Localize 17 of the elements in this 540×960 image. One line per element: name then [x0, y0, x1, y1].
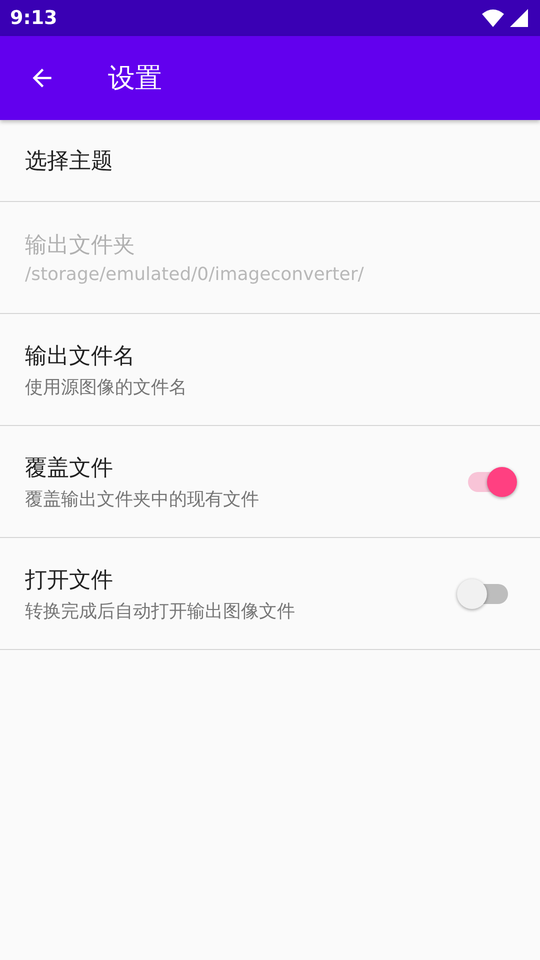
preference-item[interactable]: 选择主题: [0, 120, 540, 202]
preference-item[interactable]: 输出文件名 使用源图像的文件名: [0, 314, 540, 426]
preference-item[interactable]: 打开文件 转换完成后自动打开输出图像文件: [0, 538, 540, 650]
preference-title: 打开文件: [25, 566, 114, 594]
preference-summary: 覆盖输出文件夹中的现有文件: [25, 488, 259, 510]
preference-summary: /storage/emulated/0/imageconverter/: [25, 264, 364, 285]
app-bar-title: 设置: [108, 62, 162, 96]
preference-title: 选择主题: [25, 148, 113, 176]
preference-item[interactable]: 覆盖文件 覆盖输出文件夹中的现有文件: [0, 426, 540, 538]
preference-summary: 使用源图像的文件名: [25, 376, 187, 398]
preference-title: 覆盖文件: [25, 454, 114, 482]
preference-title: 输出文件名: [25, 342, 136, 370]
preference-title: 输出文件夹: [25, 232, 136, 260]
preference-summary: 转换完成后自动打开输出图像文件: [25, 600, 295, 622]
wifi-icon: [482, 9, 504, 27]
signal-icon: [510, 9, 528, 27]
status-time: 9:13: [10, 7, 58, 29]
